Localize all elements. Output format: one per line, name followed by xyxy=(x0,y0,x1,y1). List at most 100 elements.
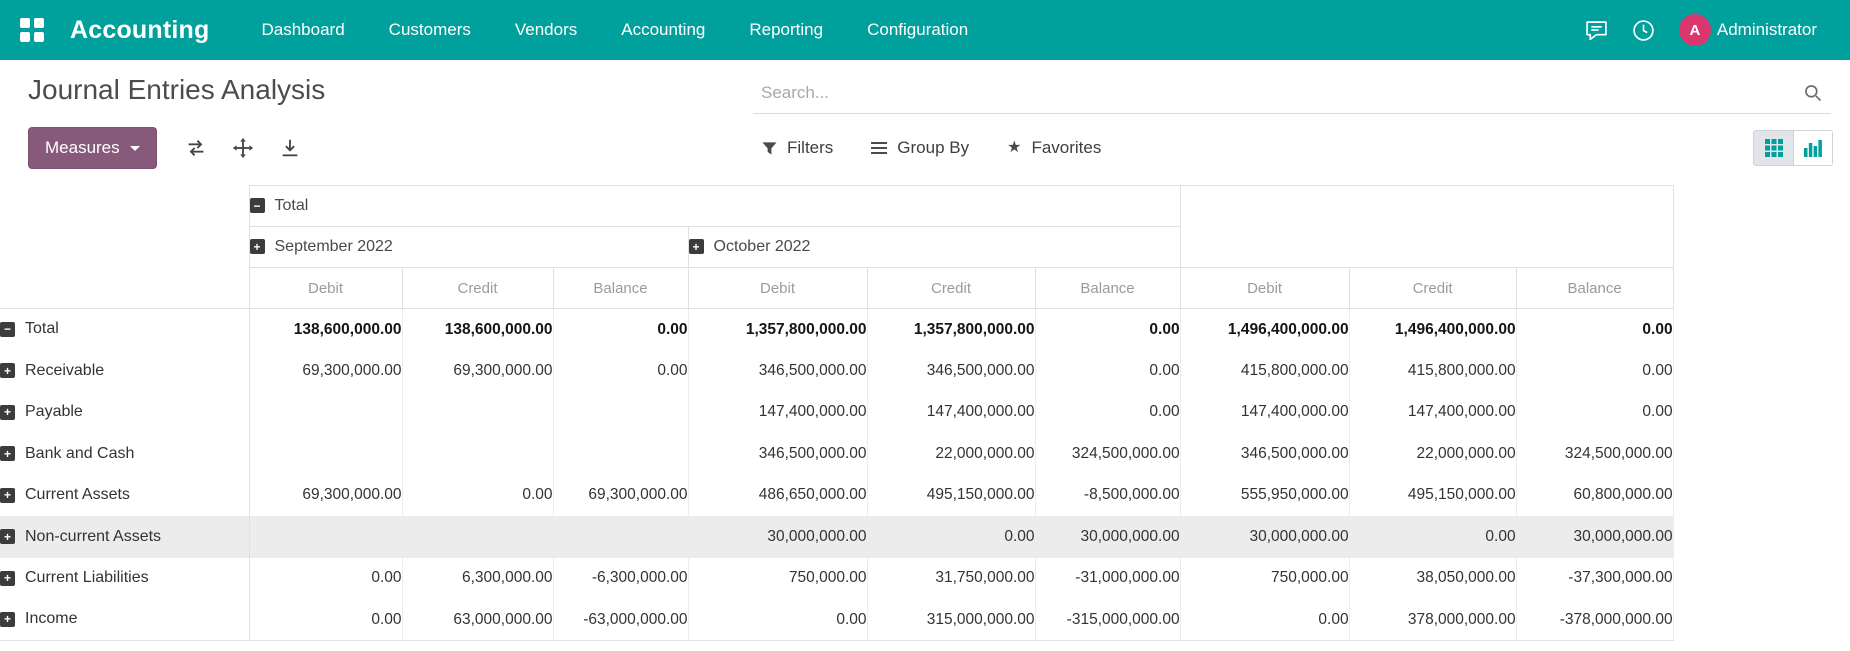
pivot-cell[interactable]: 415,800,000.00 xyxy=(1348,350,1517,392)
pivot-cell[interactable]: 495,150,000.00 xyxy=(866,474,1036,516)
pivot-cell[interactable]: 750,000.00 xyxy=(687,557,868,599)
pivot-cell[interactable]: 69,300,000.00 xyxy=(552,474,689,516)
pivot-cell[interactable]: 0.00 xyxy=(687,599,868,641)
favorites-button[interactable]: ★ Favorites xyxy=(1007,138,1101,158)
pivot-cell[interactable]: -37,300,000.00 xyxy=(1515,557,1674,599)
pivot-row-header-current-assets[interactable]: + Current Assets xyxy=(0,474,250,516)
pivot-measure-credit[interactable]: Credit xyxy=(866,267,1036,309)
expand-icon[interactable]: + xyxy=(0,529,15,545)
pivot-cell[interactable]: 147,400,000.00 xyxy=(1348,391,1517,433)
pivot-cell[interactable]: 495,150,000.00 xyxy=(1348,474,1517,516)
nav-item-configuration[interactable]: Configuration xyxy=(867,20,968,40)
download-button[interactable] xyxy=(270,127,310,169)
messages-button[interactable] xyxy=(1585,19,1608,42)
pivot-cell[interactable]: 1,357,800,000.00 xyxy=(687,308,868,350)
pivot-cell[interactable] xyxy=(248,516,403,558)
expand-all-button[interactable] xyxy=(223,127,263,169)
nav-item-vendors[interactable]: Vendors xyxy=(515,20,577,40)
pivot-cell[interactable]: -6,300,000.00 xyxy=(552,557,689,599)
pivot-cell[interactable]: 1,496,400,000.00 xyxy=(1179,308,1350,350)
pivot-cell[interactable]: -8,500,000.00 xyxy=(1034,474,1181,516)
pivot-cell[interactable]: 555,950,000.00 xyxy=(1179,474,1350,516)
nav-item-dashboard[interactable]: Dashboard xyxy=(262,20,345,40)
flip-axis-button[interactable] xyxy=(176,127,216,169)
pivot-cell[interactable]: 346,500,000.00 xyxy=(866,350,1036,392)
pivot-cell[interactable]: 0.00 xyxy=(552,350,689,392)
pivot-colgroup-september-2022[interactable]: + September 2022 xyxy=(248,226,689,268)
pivot-row-header-payable[interactable]: + Payable xyxy=(0,391,250,433)
pivot-cell[interactable]: 30,000,000.00 xyxy=(1515,516,1674,558)
pivot-cell[interactable]: 0.00 xyxy=(248,599,403,641)
pivot-row-header-current-liabilities[interactable]: + Current Liabilities xyxy=(0,557,250,599)
pivot-measure-credit[interactable]: Credit xyxy=(401,267,554,309)
chart-view-button[interactable] xyxy=(1793,131,1832,165)
pivot-cell[interactable] xyxy=(552,391,689,433)
collapse-icon[interactable]: − xyxy=(0,321,15,337)
expand-icon[interactable]: + xyxy=(249,239,265,255)
pivot-measure-balance[interactable]: Balance xyxy=(1034,267,1181,309)
pivot-cell[interactable]: 60,800,000.00 xyxy=(1515,474,1674,516)
activities-button[interactable] xyxy=(1632,19,1655,42)
pivot-cell[interactable]: 0.00 xyxy=(1034,350,1181,392)
pivot-cell[interactable]: 69,300,000.00 xyxy=(248,474,403,516)
nav-item-customers[interactable]: Customers xyxy=(389,20,471,40)
nav-item-reporting[interactable]: Reporting xyxy=(749,20,823,40)
search-button[interactable] xyxy=(1795,83,1831,103)
expand-icon[interactable]: + xyxy=(0,446,15,462)
pivot-cell[interactable]: 346,500,000.00 xyxy=(1179,433,1350,475)
pivot-row-header-bank-and-cash[interactable]: + Bank and Cash xyxy=(0,433,250,475)
pivot-cell[interactable] xyxy=(552,516,689,558)
expand-icon[interactable]: + xyxy=(0,404,15,420)
pivot-cell[interactable]: 0.00 xyxy=(1034,308,1181,350)
pivot-cell[interactable]: 147,400,000.00 xyxy=(687,391,868,433)
pivot-measure-debit[interactable]: Debit xyxy=(1179,267,1350,309)
pivot-cell[interactable] xyxy=(401,516,554,558)
pivot-cell[interactable]: 346,500,000.00 xyxy=(687,433,868,475)
pivot-measure-balance[interactable]: Balance xyxy=(552,267,689,309)
pivot-cell[interactable]: 486,650,000.00 xyxy=(687,474,868,516)
pivot-cell[interactable]: 30,000,000.00 xyxy=(687,516,868,558)
pivot-cell[interactable]: 1,357,800,000.00 xyxy=(866,308,1036,350)
pivot-cell[interactable]: 0.00 xyxy=(1179,599,1350,641)
pivot-cell[interactable] xyxy=(248,391,403,433)
pivot-cell[interactable]: 147,400,000.00 xyxy=(1179,391,1350,433)
nav-item-accounting[interactable]: Accounting xyxy=(621,20,705,40)
pivot-cell[interactable]: -315,000,000.00 xyxy=(1034,599,1181,641)
expand-icon[interactable]: + xyxy=(0,611,15,627)
group-by-button[interactable]: Group By xyxy=(871,138,969,158)
pivot-cell[interactable] xyxy=(248,433,403,475)
pivot-cell[interactable]: 1,496,400,000.00 xyxy=(1348,308,1517,350)
expand-icon[interactable]: + xyxy=(0,487,15,503)
pivot-cell[interactable]: 69,300,000.00 xyxy=(401,350,554,392)
pivot-cell[interactable]: 0.00 xyxy=(1348,516,1517,558)
filters-button[interactable]: Filters xyxy=(762,138,833,158)
pivot-cell[interactable]: 324,500,000.00 xyxy=(1515,433,1674,475)
pivot-cell[interactable]: 0.00 xyxy=(866,516,1036,558)
apps-menu-button[interactable] xyxy=(0,18,44,42)
pivot-cell[interactable]: 0.00 xyxy=(248,557,403,599)
pivot-cell[interactable]: 415,800,000.00 xyxy=(1179,350,1350,392)
pivot-cell[interactable]: 315,000,000.00 xyxy=(866,599,1036,641)
pivot-cell[interactable]: 138,600,000.00 xyxy=(401,308,554,350)
pivot-cell[interactable]: 22,000,000.00 xyxy=(1348,433,1517,475)
pivot-cell[interactable]: 31,750,000.00 xyxy=(866,557,1036,599)
pivot-cell[interactable]: 324,500,000.00 xyxy=(1034,433,1181,475)
pivot-measure-debit[interactable]: Debit xyxy=(687,267,868,309)
expand-icon[interactable]: + xyxy=(0,570,15,586)
pivot-colgroup-total[interactable]: − Total xyxy=(248,185,1181,227)
pivot-cell[interactable] xyxy=(401,391,554,433)
pivot-measure-balance[interactable]: Balance xyxy=(1515,267,1674,309)
pivot-cell[interactable]: 0.00 xyxy=(1034,391,1181,433)
pivot-cell[interactable]: 378,000,000.00 xyxy=(1348,599,1517,641)
avatar[interactable]: A xyxy=(1678,14,1711,46)
pivot-cell[interactable]: 22,000,000.00 xyxy=(866,433,1036,475)
pivot-view-button[interactable] xyxy=(1754,131,1793,165)
pivot-cell[interactable]: 0.00 xyxy=(401,474,554,516)
pivot-cell[interactable]: 30,000,000.00 xyxy=(1179,516,1350,558)
pivot-cell[interactable]: 0.00 xyxy=(1515,350,1674,392)
expand-icon[interactable]: + xyxy=(0,363,15,379)
pivot-cell[interactable]: 147,400,000.00 xyxy=(866,391,1036,433)
user-menu[interactable]: A Administrator xyxy=(1678,14,1817,46)
pivot-cell[interactable]: 0.00 xyxy=(1515,308,1674,350)
app-title[interactable]: Accounting xyxy=(70,16,210,45)
